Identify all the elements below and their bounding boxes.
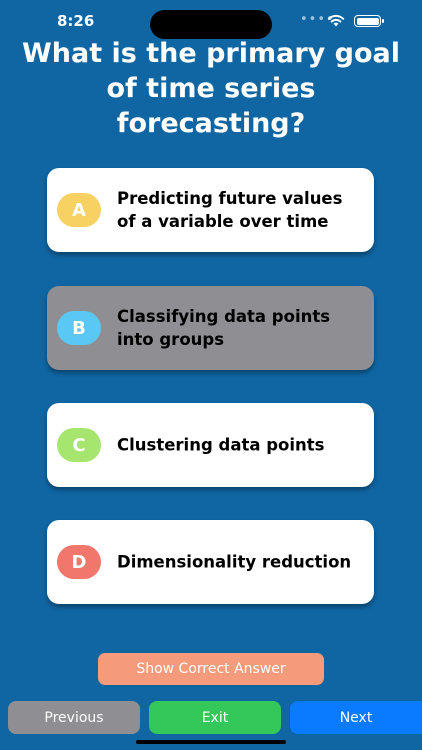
question-title: What is the primary goal of time series … xyxy=(21,38,400,139)
answer-option-d[interactable]: D Dimensionality reduction xyxy=(47,520,374,604)
answer-badge-a: A xyxy=(57,193,101,227)
next-button[interactable]: Next xyxy=(290,701,422,734)
show-correct-answer-button[interactable]: Show Correct Answer xyxy=(98,653,324,685)
battery-icon xyxy=(354,15,384,27)
wifi-icon xyxy=(327,14,345,27)
previous-button[interactable]: Previous xyxy=(8,701,140,734)
answer-text-d: Dimensionality reduction xyxy=(117,552,352,572)
answer-badge-d: D xyxy=(57,545,101,579)
answer-badge-c: C xyxy=(57,428,101,462)
status-time: 8:26 xyxy=(57,12,95,30)
answer-option-b[interactable]: B Classifying data points into groups xyxy=(47,286,374,370)
answer-option-c[interactable]: C Clustering data points xyxy=(47,403,374,487)
exit-button[interactable]: Exit xyxy=(149,701,281,734)
answer-text-c: Clustering data points xyxy=(117,435,325,455)
dynamic-island xyxy=(150,10,272,39)
answer-text-b: Classifying data points into groups xyxy=(117,307,331,349)
answer-text-a: Predicting future values of a variable o… xyxy=(117,189,343,231)
home-indicator[interactable] xyxy=(136,740,286,744)
answer-badge-b: B xyxy=(57,311,101,345)
answer-option-a[interactable]: A Predicting future values of a variable… xyxy=(47,168,374,252)
